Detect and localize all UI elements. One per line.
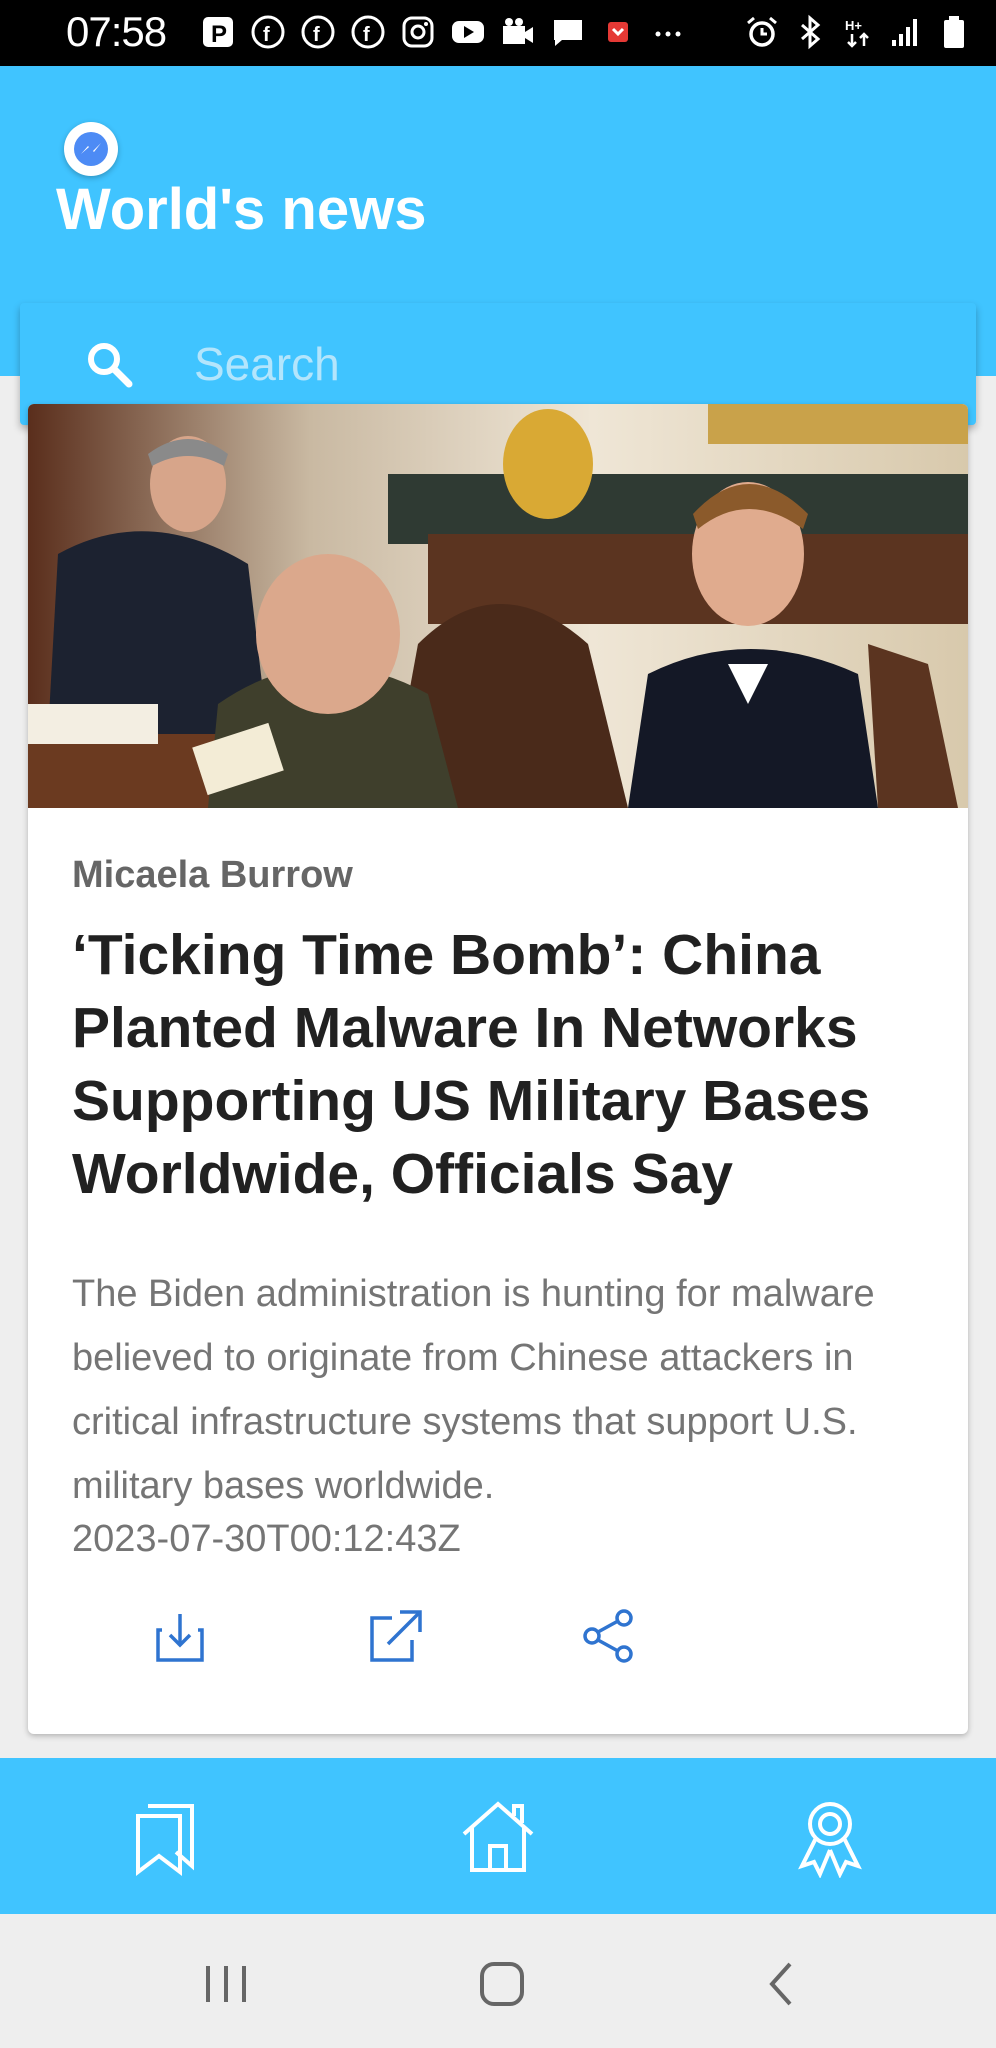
system-navigation-bar [0, 1914, 996, 2048]
p-app-icon: P [200, 14, 236, 50]
download-button[interactable] [148, 1604, 212, 1668]
recents-icon [206, 1966, 246, 2002]
app-title: World's news [56, 177, 427, 242]
share-icon [583, 1609, 633, 1663]
article-summary: The Biden administration is hunting for … [72, 1273, 875, 1507]
open-external-icon [370, 1610, 422, 1662]
nav-home[interactable] [456, 1794, 540, 1878]
search-input[interactable] [192, 333, 956, 395]
system-status-icons: H+ [744, 14, 972, 50]
share-button[interactable] [576, 1604, 640, 1668]
youtube-icon [450, 14, 486, 50]
back-icon [769, 1962, 792, 2006]
nav-bookmarks[interactable] [124, 1794, 208, 1878]
instagram-icon [400, 14, 436, 50]
app-bar: World's news [0, 66, 996, 425]
more-dots-icon [650, 14, 686, 50]
svg-text:H+: H+ [845, 18, 862, 33]
alarm-icon [744, 14, 780, 50]
chat-icon [550, 14, 586, 50]
signal-icon [888, 14, 924, 50]
search-icon[interactable] [84, 339, 134, 389]
status-time: 07:58 [66, 8, 167, 55]
article-headline[interactable]: ‘Ticking Time Bomb’: China Planted Malwa… [72, 919, 932, 1211]
recents-button[interactable] [196, 1954, 256, 2014]
nav-awards[interactable] [788, 1794, 872, 1879]
data-arrows-icon: H+ [840, 14, 876, 50]
svg-text:P: P [211, 21, 227, 48]
download-icon [156, 1614, 204, 1662]
system-home-button[interactable] [472, 1954, 532, 2014]
article-card[interactable]: Micaela Burrow ‘Ticking Time Bomb’: Chin… [28, 404, 968, 1734]
article-published-date: 2023-07-30T00:12:43Z [72, 1518, 461, 1560]
facebook-icon: f [250, 14, 286, 50]
open-external-button[interactable] [362, 1604, 426, 1668]
award-icon [798, 1802, 862, 1879]
battery-icon [936, 14, 972, 50]
status-bar: 07:58 P f f f H+ [0, 0, 996, 66]
home-circle-icon [480, 1962, 524, 2006]
messenger-icon [74, 132, 108, 166]
back-button[interactable] [752, 1954, 812, 2014]
notification-icons: P f f f [200, 14, 686, 50]
article-author: Micaela Burrow [72, 854, 353, 896]
video-icon [500, 14, 536, 50]
svg-text:f: f [313, 24, 320, 46]
facebook-icon: f [300, 14, 336, 50]
pocket-icon [600, 14, 636, 50]
article-image[interactable] [28, 404, 968, 808]
bluetooth-icon [792, 14, 828, 50]
home-icon [462, 1801, 534, 1872]
messenger-chat-head[interactable] [64, 122, 118, 176]
svg-text:f: f [363, 24, 370, 46]
svg-text:f: f [263, 24, 270, 46]
bottom-navigation [0, 1758, 996, 1914]
facebook-icon: f [350, 14, 386, 50]
bookmarks-icon [136, 1804, 194, 1877]
